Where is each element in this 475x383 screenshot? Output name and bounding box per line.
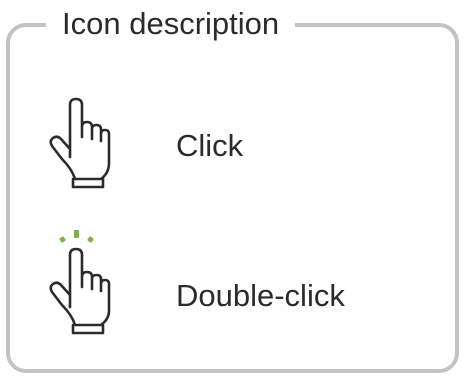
click-label: Click	[176, 128, 244, 163]
hand-double-click-icon	[44, 225, 124, 342]
hand-pointer-icon	[44, 97, 124, 194]
double-click-label: Double-click	[176, 278, 345, 313]
panel-title: Icon description	[46, 6, 296, 42]
double-click-indicator-icon	[59, 230, 94, 243]
